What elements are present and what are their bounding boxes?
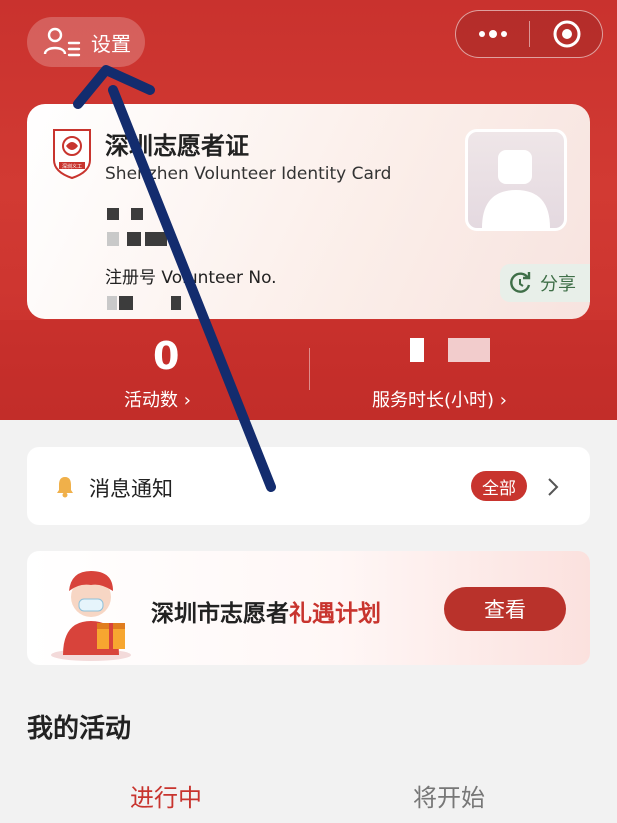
share-refresh-icon — [510, 272, 531, 293]
avatar[interactable] — [465, 129, 567, 231]
settings-button[interactable]: 设置 — [27, 17, 145, 67]
mini-program-capsule — [455, 10, 603, 58]
settings-label: 设置 — [91, 31, 131, 56]
activity-count-link[interactable]: 活动数 › — [124, 386, 191, 412]
target-close-icon[interactable] — [552, 19, 582, 49]
service-hours-redacted — [448, 338, 490, 362]
share-button[interactable]: 分享 — [500, 264, 590, 302]
rewards-plan-title-main: 深圳市志愿者 — [151, 601, 289, 627]
id-redacted — [127, 232, 141, 246]
volunteer-logo-icon: 深圳义工 — [53, 129, 91, 180]
reg-number-redacted — [119, 296, 133, 310]
rewards-plan-title-highlight: 礼遇计划 — [289, 601, 381, 627]
my-activities-title: 我的活动 — [27, 714, 132, 744]
reg-number-redacted — [107, 296, 117, 310]
avatar-placeholder-icon — [482, 150, 550, 228]
rewards-plan-title: 深圳市志愿者礼遇计划 — [151, 594, 381, 628]
card-title: 深圳志愿者证 — [105, 132, 249, 160]
reg-number-redacted — [171, 296, 181, 310]
all-messages-badge[interactable]: 全部 — [471, 471, 527, 501]
view-button[interactable]: 查看 — [444, 587, 566, 631]
more-dots-icon[interactable] — [473, 24, 513, 44]
volunteer-mascot-icon — [51, 571, 131, 661]
name-redacted — [107, 208, 119, 220]
tab-in-progress[interactable]: 进行中 — [130, 778, 202, 813]
message-notice-label: 消息通知 — [89, 477, 173, 501]
id-redacted — [107, 232, 119, 246]
registration-number-label: 注册号 Volunteer No. — [105, 268, 277, 288]
share-label: 分享 — [540, 274, 576, 295]
stats-divider — [309, 348, 310, 390]
bell-icon — [57, 477, 73, 498]
message-notice-card[interactable]: 消息通知 全部 — [27, 447, 590, 525]
activity-count: 0 — [153, 334, 180, 378]
service-hours-link[interactable]: 服务时长(小时) › — [372, 386, 507, 412]
id-redacted — [145, 232, 167, 246]
chevron-right-icon — [548, 478, 559, 496]
svg-text:深圳义工: 深圳义工 — [62, 163, 82, 170]
service-hours-redacted — [410, 338, 424, 362]
rewards-plan-banner[interactable]: 深圳市志愿者礼遇计划 查看 — [27, 551, 590, 665]
name-redacted — [131, 208, 143, 220]
card-subtitle: Shenzhen Volunteer Identity Card — [105, 164, 392, 184]
capsule-divider — [529, 21, 530, 47]
user-settings-icon — [43, 27, 81, 57]
tab-upcoming[interactable]: 将开始 — [413, 778, 485, 813]
